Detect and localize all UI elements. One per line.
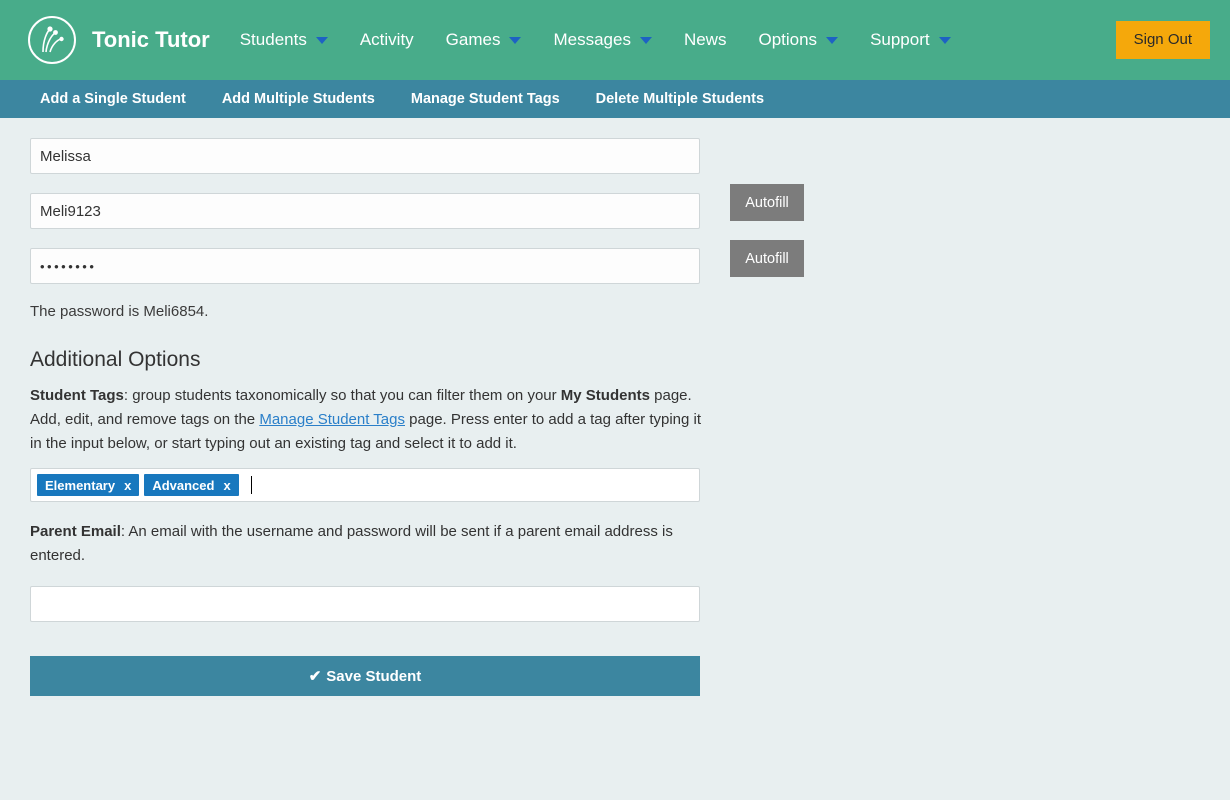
save-student-button[interactable]: ✔ Save Student (30, 656, 700, 696)
subnav-item-add-a-single-student[interactable]: Add a Single Student (22, 91, 204, 107)
my-students-label: My Students (560, 387, 650, 404)
student-username-input[interactable] (30, 193, 700, 229)
tag-chip-elementary[interactable]: Elementary x (37, 474, 140, 496)
text-cursor-caret (250, 476, 252, 494)
main-content: The password is Meli6854. Additional Opt… (0, 118, 1230, 696)
primary-nav-list: Students Activity Games Messages News Op… (224, 30, 967, 50)
nav-item-support[interactable]: Support (854, 30, 967, 50)
autofill-button-column: Autofill Autofill (730, 118, 804, 277)
student-password-input[interactable] (30, 248, 700, 284)
student-tags-text-1: : group students taxonomically so that y… (123, 387, 561, 404)
nav-item-label: Support (870, 30, 930, 49)
chevron-down-icon (639, 36, 652, 44)
tag-chip-advanced[interactable]: Advanced x (144, 474, 239, 496)
subnav-item-delete-multiple-students[interactable]: Delete Multiple Students (578, 91, 782, 107)
tag-chip-label: Elementary (45, 477, 116, 493)
nav-item-news[interactable]: News (668, 30, 743, 50)
tag-remove-icon[interactable]: x (124, 478, 131, 493)
top-navigation-bar: Tonic Tutor Students Activity Games Mess… (0, 0, 1230, 80)
nav-item-label: Activity (359, 30, 414, 49)
sign-out-button[interactable]: Sign Out (1115, 21, 1210, 59)
additional-options-heading: Additional Options (30, 348, 201, 371)
autofill-username-button[interactable]: Autofill (730, 184, 804, 221)
nav-item-students[interactable]: Students (224, 30, 344, 50)
nav-item-label: Options (758, 30, 818, 49)
nav-item-label: Games (445, 30, 501, 49)
student-tags-label: Student Tags (30, 387, 124, 404)
student-tags-description: Student Tags: group students taxonomical… (30, 384, 702, 456)
sub-navigation-bar: Add a Single Student Add Multiple Studen… (0, 80, 1230, 118)
subnav-item-manage-student-tags[interactable]: Manage Student Tags (393, 91, 578, 107)
save-student-label: Save Student (326, 668, 422, 685)
student-name-input[interactable] (30, 138, 700, 174)
add-student-form: The password is Meli6854. Additional Opt… (30, 138, 702, 696)
tag-chip-label: Advanced (152, 477, 215, 493)
chevron-down-icon (826, 36, 839, 44)
manage-student-tags-link[interactable]: Manage Student Tags (259, 411, 405, 428)
tonic-tutor-sprout-logo-icon[interactable] (28, 16, 76, 64)
parent-email-text: : An email with the username and passwor… (30, 523, 673, 564)
autofill-password-button[interactable]: Autofill (730, 240, 804, 277)
chevron-down-icon (938, 36, 951, 44)
brand-title[interactable]: Tonic Tutor (92, 27, 210, 53)
student-tags-input[interactable]: Elementary x Advanced x (30, 468, 700, 502)
parent-email-description: Parent Email: An email with the username… (30, 520, 702, 568)
nav-item-messages[interactable]: Messages (537, 30, 667, 50)
password-hint-text: The password is Meli6854. (30, 303, 209, 320)
tag-remove-icon[interactable]: x (223, 478, 230, 493)
nav-item-activity[interactable]: Activity (344, 30, 430, 50)
subnav-item-add-multiple-students[interactable]: Add Multiple Students (204, 91, 393, 107)
nav-item-label: Messages (553, 30, 631, 49)
chevron-down-icon (315, 36, 328, 44)
nav-item-label: Students (239, 30, 307, 49)
check-icon: ✔ (308, 668, 322, 685)
parent-email-input[interactable] (30, 586, 700, 622)
nav-item-games[interactable]: Games (430, 30, 538, 50)
parent-email-label: Parent Email (30, 523, 121, 540)
chevron-down-icon (509, 36, 522, 44)
nav-item-options[interactable]: Options (742, 30, 854, 50)
nav-item-label: News (683, 30, 727, 49)
